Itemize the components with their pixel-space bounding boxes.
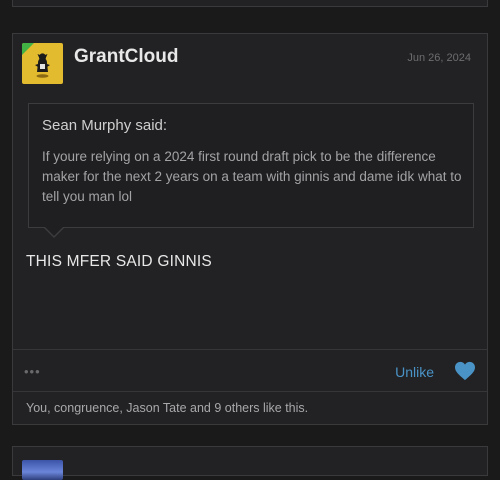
- unlike-button[interactable]: Unlike: [395, 364, 434, 380]
- online-indicator-icon: [22, 43, 34, 55]
- post-action-bar: ••• Unlike: [13, 349, 487, 391]
- post-date[interactable]: Jun 26, 2024: [407, 52, 471, 64]
- quote-block: Sean Murphy said: If youre relying on a …: [28, 103, 474, 228]
- next-user-avatar[interactable]: [22, 460, 63, 480]
- likes-summary[interactable]: You, congruence, Jason Tate and 9 others…: [26, 401, 308, 415]
- user-avatar[interactable]: [22, 43, 63, 84]
- next-post-card: [12, 446, 488, 480]
- post-body: THIS MFER SAID GINNIS: [26, 253, 212, 270]
- post-username[interactable]: GrantCloud: [74, 46, 179, 68]
- quote-pointer: [43, 226, 65, 238]
- heart-icon[interactable]: [454, 361, 476, 381]
- quote-text: If youre relying on a 2024 first round d…: [42, 149, 462, 204]
- quote-author[interactable]: Sean Murphy said:: [42, 117, 167, 134]
- post-card: GrantCloud Jun 26, 2024 Sean Murphy said…: [12, 33, 488, 425]
- previous-post-card: [12, 0, 488, 7]
- likes-summary-bar: You, congruence, Jason Tate and 9 others…: [13, 391, 487, 424]
- more-dots-icon[interactable]: •••: [24, 364, 41, 379]
